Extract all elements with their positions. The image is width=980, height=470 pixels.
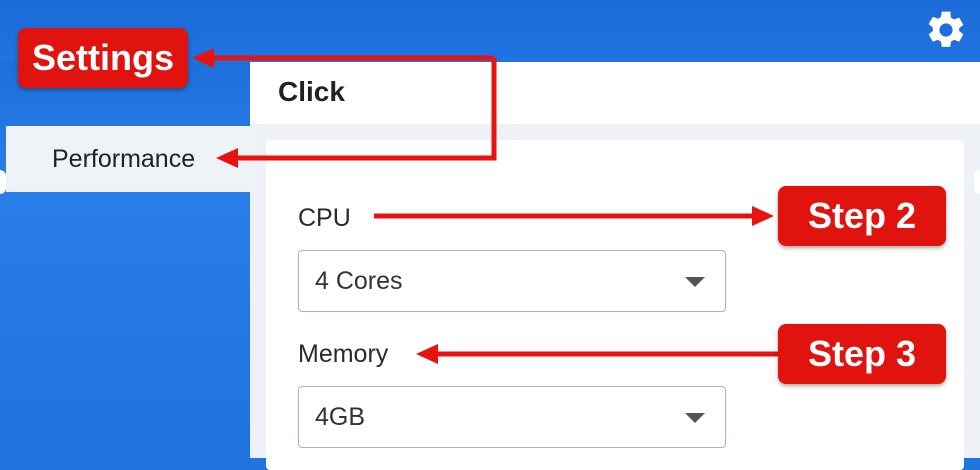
step2-callout-text: Step 2: [807, 195, 917, 236]
step3-callout-text: Step 3: [807, 333, 917, 374]
settings-callout-text: Settings: [31, 37, 174, 78]
step3-callout: Step 3: [778, 324, 946, 384]
step2-callout: Step 2: [778, 186, 946, 246]
settings-arrowhead: [192, 48, 214, 68]
settings-callout: Settings: [18, 28, 188, 88]
step2-arrowhead: [752, 206, 774, 226]
performance-arrowhead: [216, 148, 238, 168]
performance-arrow: [236, 58, 497, 161]
step3-arrowhead: [416, 344, 438, 364]
app-window: Click Performance CPU 4 Cores Memory 4GB…: [0, 0, 980, 470]
